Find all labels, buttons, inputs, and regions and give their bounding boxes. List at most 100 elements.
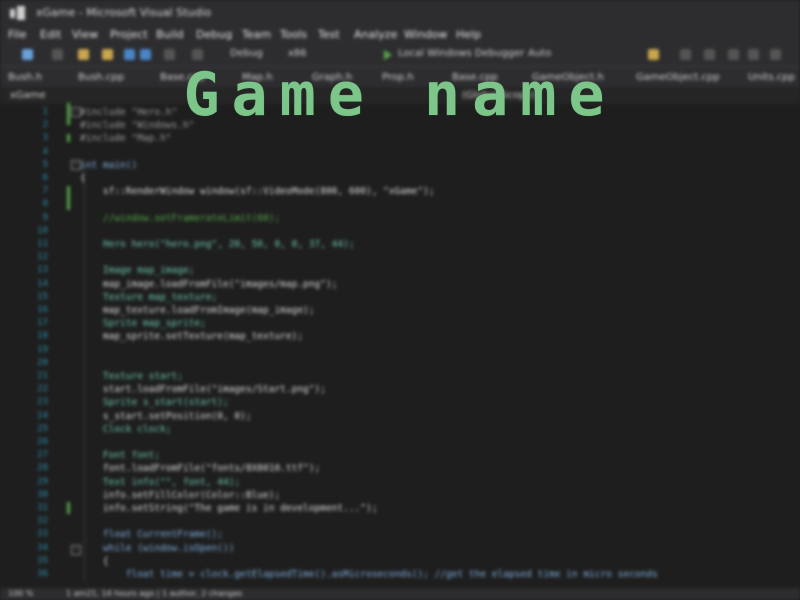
undo-icon	[164, 49, 175, 60]
line-number: 35	[37, 555, 48, 566]
visual-studio-logo-icon	[10, 6, 26, 20]
menu-debug: Debug	[196, 28, 233, 41]
code-line: info.setFillColor(Color::Blue);	[80, 489, 281, 501]
line-number: 25	[37, 423, 48, 434]
code-line: Hero hero("hero.png", 20, 50, 0, 0, 37, …	[80, 239, 355, 250]
code-editor: 1 2 3 4 5 6 7 8 9 10 11 12 13 14 15 16 17 18 19 20 21 22 23 24 2…	[0, 103, 800, 588]
code-line: font.loadFromFile("fonts/8X8010.ttf");	[80, 463, 321, 475]
line-number: 34	[37, 542, 48, 553]
line-number: 22	[37, 384, 48, 395]
toolbar-icon	[748, 49, 759, 60]
line-number: 20	[37, 357, 48, 368]
code-line: sf::RenderWindow window(sf::VideoMode(80…	[80, 186, 435, 198]
line-number: 19	[37, 344, 48, 355]
code-line: Clock clock;	[80, 423, 172, 435]
toolbar-icon	[704, 49, 715, 60]
ide-menubar: File Edit View Project Build Debug Team …	[0, 26, 800, 44]
line-number: 13	[37, 265, 48, 276]
menu-team: Team	[242, 28, 272, 41]
toolbar-icon	[728, 49, 739, 60]
line-number: 33	[37, 529, 48, 540]
menu-help: Help	[456, 28, 482, 41]
toolbar-icon	[770, 49, 781, 60]
line-number: 23	[37, 397, 48, 408]
window-title: xGame - Microsoft Visual Studio	[36, 6, 212, 19]
line-number: 18	[37, 331, 48, 342]
code-line: map_image.loadFromFile("images/map.png")…	[80, 278, 338, 290]
extension-icon	[648, 49, 659, 60]
back-icon	[22, 49, 33, 60]
game-title: Game name	[183, 60, 617, 130]
open-folder-icon	[102, 49, 113, 60]
change-marker	[67, 186, 70, 210]
code-line: float time = clock.getElapsedTime().asMi…	[80, 569, 658, 580]
code-line: while (window.isOpen())	[80, 542, 235, 554]
line-number: 12	[37, 252, 48, 263]
menu-tools: Tools	[280, 28, 308, 41]
line-number: 9	[42, 212, 48, 223]
menu-view: View	[72, 28, 99, 41]
save-all-icon	[140, 49, 151, 60]
line-number: 14	[37, 278, 48, 289]
codelens-info: 1 am21, 14 hours ago | 1 author, 2 chang…	[66, 589, 243, 598]
new-project-icon	[78, 49, 89, 60]
code-line: start.loadFromFile("images/Start.png");	[80, 384, 326, 396]
code-line: Text info("", font, 44);	[80, 476, 241, 488]
line-number: 6	[42, 173, 48, 183]
code-line: float CurrentFrame();	[80, 529, 223, 541]
line-number: 28	[37, 463, 48, 474]
menu-build: Build	[156, 28, 184, 41]
fold-toggle-icon: −	[71, 545, 81, 555]
code-line: //window.setFramerateLimit(60);	[80, 212, 281, 224]
menu-analyze: Analyze	[354, 28, 398, 41]
redo-icon	[192, 49, 203, 60]
menu-edit: Edit	[40, 28, 62, 41]
code-line: Sprite s_start(start);	[80, 397, 229, 409]
code-line: map_sprite.setTexture(map_texture);	[80, 331, 304, 343]
change-marker	[67, 502, 70, 514]
line-number: 29	[37, 476, 48, 487]
line-number: 15	[37, 291, 48, 302]
configuration-select: Debug	[230, 48, 263, 59]
code-line: Sprite map_sprite;	[80, 318, 206, 330]
menu-file: File	[8, 28, 27, 41]
line-number: 31	[37, 503, 48, 513]
line-number: 10	[37, 225, 48, 236]
line-number: 17	[37, 318, 48, 329]
code-line: Image map_image;	[80, 265, 195, 277]
line-number: 27	[37, 450, 48, 461]
indent-guide	[84, 162, 85, 582]
code-line: #include "Map.h"	[80, 133, 172, 145]
line-number: 3	[42, 133, 48, 144]
platform-select: x86	[288, 48, 307, 59]
line-number: 26	[37, 437, 48, 447]
code-line: info.setString("The game is in developme…	[80, 503, 378, 514]
status-bar: 100 % 1 am21, 14 hours ago | 1 author, 2…	[0, 588, 800, 600]
line-number: 11	[37, 239, 48, 249]
menu-window: Window	[404, 28, 448, 41]
line-number: 36	[37, 569, 48, 579]
code-line: Texture map_texture;	[80, 291, 218, 303]
line-number: 16	[37, 305, 48, 315]
run-mode-select: Auto	[528, 48, 552, 59]
play-icon	[384, 50, 392, 60]
fold-toggle-icon: −	[71, 160, 81, 170]
line-number: 30	[37, 489, 48, 500]
toolbar-icon	[680, 49, 691, 60]
menu-project: Project	[110, 28, 148, 41]
code-line: Texture start;	[80, 371, 183, 382]
run-debugger-button: Local Windows Debugger	[398, 48, 525, 59]
change-marker	[67, 134, 70, 142]
line-number: 8	[42, 199, 48, 210]
line-number: 21	[37, 371, 48, 381]
line-number: 5	[42, 159, 48, 170]
code-line: int main()	[80, 159, 138, 171]
line-number: 4	[42, 146, 48, 157]
save-icon	[124, 49, 135, 60]
line-number: 7	[42, 186, 48, 197]
forward-icon	[52, 49, 63, 60]
line-number: 24	[37, 410, 48, 421]
code-line: s_start.setPosition(0, 0);	[80, 410, 252, 422]
ide-titlebar: xGame - Microsoft Visual Studio	[0, 0, 800, 26]
zoom-level: 100 %	[8, 589, 34, 598]
